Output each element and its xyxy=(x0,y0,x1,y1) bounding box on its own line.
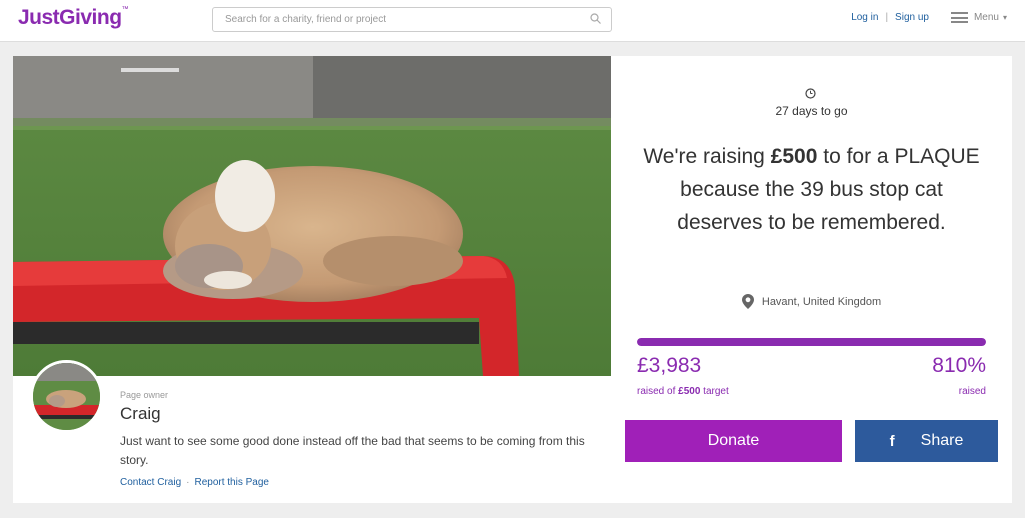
fundraising-panel: 27 days to go We're raising £500 to for … xyxy=(611,56,1012,503)
owner-description: Just want to see some good done instead … xyxy=(120,434,585,467)
progress-bar xyxy=(637,338,986,346)
clock-icon xyxy=(805,88,816,99)
share-button[interactable]: f Share xyxy=(855,420,998,462)
owner-avatar[interactable] xyxy=(30,360,103,433)
signup-link[interactable]: Sign up xyxy=(895,12,929,23)
page-owner-card: Page owner Craig Just want to see some g… xyxy=(13,360,611,503)
account-nav: Log in | Sign up Menu ▾ xyxy=(851,12,1007,23)
owner-links: Contact Craig · Report this Page xyxy=(120,477,269,488)
target-word: target xyxy=(700,386,729,397)
nav-separator: | xyxy=(885,12,889,23)
campaign-location: Havant, United Kingdom xyxy=(611,294,1012,309)
target-amount: £500 xyxy=(678,386,701,397)
percent-raised: 810% xyxy=(932,354,986,377)
hamburger-icon[interactable] xyxy=(950,12,968,23)
raised-of-target: raised of £500 target xyxy=(637,386,729,397)
headline-amount: £500 xyxy=(770,145,818,168)
logo-trademark: ™ xyxy=(121,6,129,13)
report-page-link[interactable]: Report this Page xyxy=(194,477,269,488)
page-owner-label: Page owner xyxy=(120,390,169,400)
menu-label[interactable]: Menu xyxy=(974,12,999,23)
search-box[interactable] xyxy=(212,7,612,32)
progress-bar-fill xyxy=(637,338,986,346)
search-icon[interactable] xyxy=(590,13,601,24)
chevron-down-icon[interactable]: ▾ xyxy=(1003,13,1007,22)
campaign-headline: We're raising £500 to for a PLAQUE becau… xyxy=(641,140,982,239)
justgiving-logo[interactable]: JustGiving™ xyxy=(18,6,128,30)
campaign-photo xyxy=(13,56,611,376)
owner-name: Craig xyxy=(120,404,161,423)
share-label[interactable]: Share xyxy=(921,432,964,450)
facebook-icon[interactable]: f xyxy=(890,433,895,450)
percent-raised-label: raised xyxy=(958,386,986,397)
contact-owner-link[interactable]: Contact Craig xyxy=(120,477,181,488)
logo-text[interactable]: JustGiving xyxy=(18,6,122,29)
raised-of-label: raised of xyxy=(637,386,679,397)
location-pin-icon xyxy=(741,294,754,309)
donate-button[interactable]: Donate xyxy=(625,420,842,462)
days-to-go: 27 days to go xyxy=(775,104,848,118)
link-separator: · xyxy=(186,477,190,488)
search-input[interactable] xyxy=(213,8,573,31)
donate-label[interactable]: Donate xyxy=(708,432,760,450)
headline-pre: We're raising xyxy=(643,145,771,168)
top-navigation-bar: JustGiving™ Log in | Sign up Menu ▾ xyxy=(0,0,1025,42)
location-text: Havant, United Kingdom xyxy=(761,295,882,308)
menu-button[interactable]: Menu ▾ xyxy=(950,12,1007,23)
raised-amount: £3,983 xyxy=(637,354,702,377)
login-link[interactable]: Log in xyxy=(851,12,878,23)
